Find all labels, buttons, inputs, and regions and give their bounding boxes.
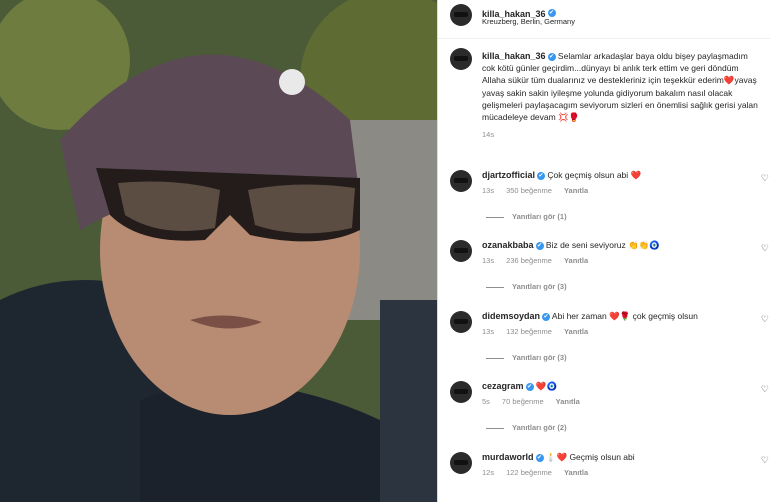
comment-text-2: çok geçmiş olsun (632, 311, 698, 321)
reply-button[interactable]: Yanıtla (564, 327, 588, 336)
comment-username[interactable]: djartzofficial (482, 170, 535, 180)
comment-meta: 13s 236 beğenme Yanıtla (482, 256, 600, 265)
view-replies-button[interactable]: Yanıtları gör (2) (486, 423, 567, 432)
comment-username[interactable]: didemsoydan (482, 311, 540, 321)
post-caption: killa_hakan_36 ✔ Selamlar arkadaşlar baya… (482, 50, 762, 141)
reply-button[interactable]: Yanıtla (556, 397, 580, 406)
comment-time: 13s (482, 186, 495, 195)
comment-time: 13s (482, 256, 495, 265)
view-replies-button[interactable]: Yanıtları gör (3) (486, 282, 567, 291)
post-location[interactable]: Kreuzberg, Berlin, Germany (482, 17, 575, 26)
comment-avatar[interactable] (450, 170, 472, 192)
comment-emoji: ❤️🌹 (609, 311, 631, 321)
like-icon[interactable]: ♡ (761, 314, 769, 325)
like-icon[interactable]: ♡ (761, 455, 769, 466)
author-avatar[interactable] (450, 4, 472, 26)
verified-icon: ✔ (537, 171, 546, 180)
post-photo (0, 0, 437, 502)
comment-likes[interactable]: 132 beğenme (506, 327, 552, 336)
comment-avatar[interactable] (450, 381, 472, 403)
comment-likes[interactable]: 122 beğenme (506, 468, 552, 477)
comment-time: 12s (482, 468, 495, 477)
view-replies-button[interactable]: Yanıtları gör (1) (486, 212, 567, 221)
comment-username[interactable]: ozanakbaba (482, 240, 534, 250)
reply-button[interactable]: Yanıtla (564, 256, 588, 265)
verified-icon: ✔ (542, 312, 551, 321)
comment-time: 5s (482, 397, 490, 406)
comment-text: Geçmiş olsun abi (569, 452, 635, 462)
reply-button[interactable]: Yanıtla (564, 468, 588, 477)
verified-icon: ✔ (535, 453, 544, 462)
comment-time: 13s (482, 327, 495, 336)
caption-avatar[interactable] (450, 48, 472, 70)
comment-body: djartzofficial ✔ Çok geçmiş olsun abi ❤️ (482, 170, 752, 181)
caption-emojis: 💢🥊 (558, 112, 580, 123)
comment-text: Çok geçmiş olsun abi (547, 170, 629, 180)
comment-meta: 5s 70 beğenme Yanıtla (482, 397, 592, 406)
comment-avatar[interactable] (450, 311, 472, 333)
comment-username[interactable]: murdaworld (482, 452, 534, 462)
comment-body: ozanakbaba ✔ Biz de seni seviyoruz 👏👏🧿 (482, 240, 752, 251)
comment-username[interactable]: cezagram (482, 381, 524, 391)
like-icon[interactable]: ♡ (761, 384, 769, 395)
comment-meta: 13s 132 beğenme Yanıtla (482, 327, 600, 336)
comment-text: Abi her zaman (551, 311, 607, 321)
reply-button[interactable]: Yanıtla (564, 186, 588, 195)
comment-emoji: ❤️🧿 (535, 381, 558, 391)
comment-meta: 13s 350 beğenme Yanıtla (482, 186, 600, 195)
comment-avatar[interactable] (450, 452, 472, 474)
comment-avatar[interactable] (450, 240, 472, 262)
comment-likes[interactable]: 70 beğenme (502, 397, 544, 406)
comment-text: Biz de seni seviyoruz (545, 240, 626, 250)
caption-time: 14s (482, 130, 495, 140)
caption-username[interactable]: killa_hakan_36 (482, 51, 546, 61)
post-header: killa_hakan_36 ✔ Kreuzberg, Berlin, Germa… (438, 0, 770, 39)
like-icon[interactable]: ♡ (761, 173, 769, 184)
verified-icon: ✔ (535, 241, 544, 250)
verified-icon: ✔ (547, 52, 556, 61)
comment-emoji: 👏👏🧿 (628, 240, 660, 250)
like-icon[interactable]: ♡ (761, 243, 769, 254)
comment-emoji: ❤️ (630, 170, 642, 180)
comment-emoji: 🕯️❤️ (545, 452, 568, 462)
heart-emoji: ❤️ (723, 75, 735, 86)
comment-meta: 12s 122 beğenme Yanıtla (482, 468, 600, 477)
comment-likes[interactable]: 350 beğenme (506, 186, 552, 195)
comment-likes[interactable]: 236 beğenme (506, 256, 552, 265)
view-replies-button[interactable]: Yanıtları gör (3) (486, 353, 567, 362)
verified-icon: ✔ (547, 8, 556, 17)
comment-body: cezagram ✔ ❤️🧿 (482, 381, 752, 392)
comment-body: didemsoydan ✔ Abi her zaman ❤️🌹 çok geçmi… (482, 311, 752, 322)
post-panel: killa_hakan_36 ✔ Kreuzberg, Berlin, Germa… (437, 0, 770, 502)
verified-icon: ✔ (525, 382, 534, 391)
comment-body: murdaworld ✔ 🕯️❤️ Geçmiş olsun abi (482, 452, 752, 463)
